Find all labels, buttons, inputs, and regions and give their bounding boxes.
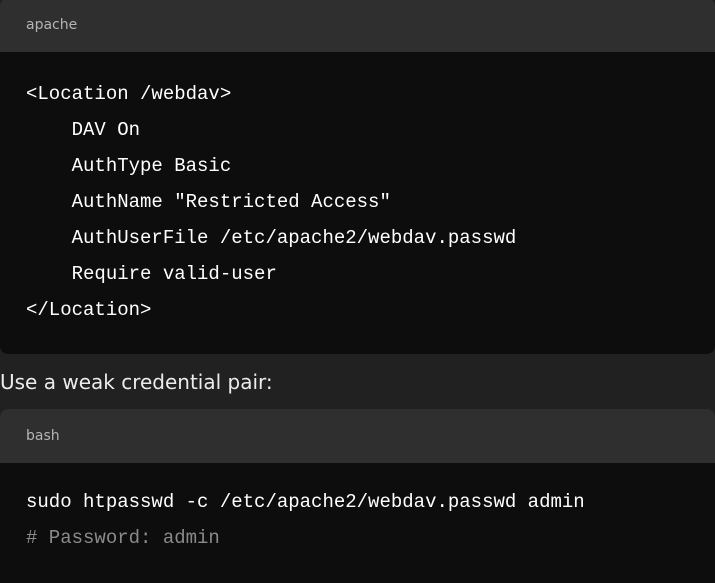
code-line: <Location /webdav>: [26, 83, 232, 105]
code-language-label: apache: [0, 0, 715, 52]
code-line: AuthType Basic: [26, 155, 232, 177]
code-content[interactable]: <Location /webdav> DAV On AuthType Basic…: [0, 52, 715, 328]
code-content[interactable]: sudo htpasswd -c /etc/apache2/webdav.pas…: [0, 463, 715, 556]
code-line: </Location>: [26, 299, 152, 321]
code-line: AuthUserFile /etc/apache2/webdav.passwd: [26, 227, 517, 249]
code-line: AuthName "Restricted Access": [26, 191, 391, 213]
code-block-apache: apache <Location /webdav> DAV On AuthTyp…: [0, 0, 715, 354]
code-language-label: bash: [0, 409, 715, 463]
prose-text: Use a weak credential pair:: [0, 370, 273, 394]
code-block-bash: bash sudo htpasswd -c /etc/apache2/webda…: [0, 409, 715, 583]
code-line: Require valid-user: [26, 263, 277, 285]
code-comment-line: # Password: admin: [26, 527, 220, 549]
code-line: DAV On: [26, 119, 141, 141]
code-line: sudo htpasswd -c /etc/apache2/webdav.pas…: [26, 491, 585, 513]
